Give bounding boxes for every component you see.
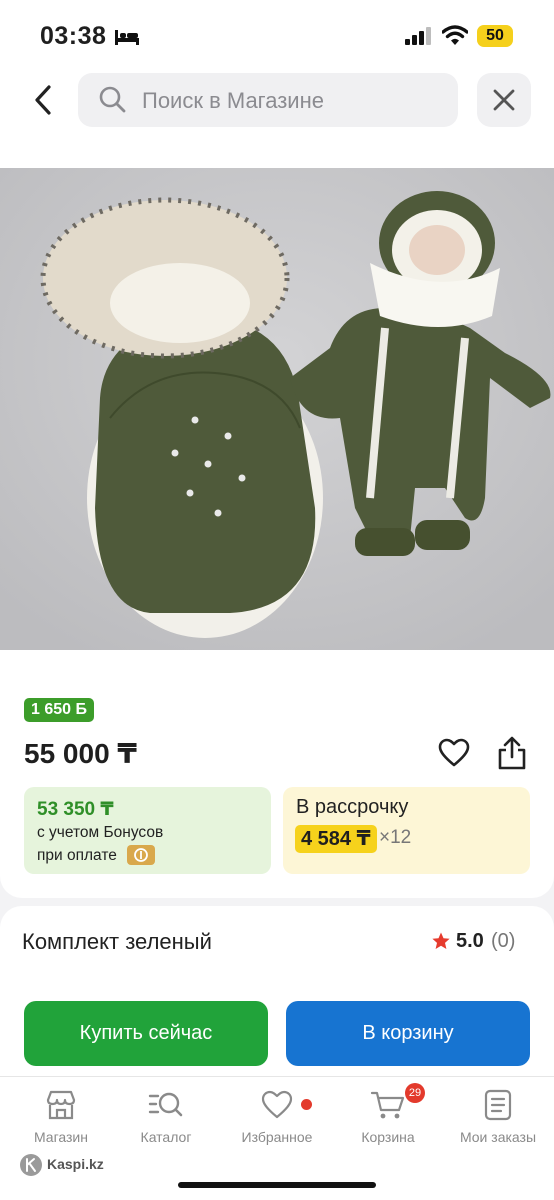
store-icon [46,1090,76,1120]
nav-label-store: Магазин [33,1129,88,1145]
back-arrow-icon[interactable] [28,82,58,118]
product-title: Комплект зеленый [22,929,212,954]
bonus-price-box[interactable]: 53 350 ₸ с учетом Бонусов при оплате [24,787,271,874]
bonus-badge: 1 650 Б [24,698,94,722]
nav-label-orders: Мои заказы [459,1129,537,1145]
sleep-mode-icon [115,30,139,45]
star-icon [432,932,450,949]
buy-now-button[interactable]: Купить сейчас [24,1001,268,1066]
nav-item-orders[interactable]: Мои заказы [443,1089,553,1149]
nav-item-favorites[interactable]: Избранное [222,1089,332,1149]
nav-label-favorites: Избранное [241,1129,313,1145]
top-bar: Поиск в Магазине [0,72,554,168]
bonus-price: 53 350 ₸ [37,799,114,820]
nav-item-store[interactable]: Магазин [6,1089,116,1149]
product-image[interactable] [0,168,554,650]
price-card: 1 650 Б 55 000 ₸ 53 350 ₸ с учетом Бонус… [0,650,554,898]
installment-amount: 4 584 ₸ [295,825,377,853]
home-indicator[interactable] [178,1182,376,1188]
product-price: 55 000 ₸ [24,738,137,769]
search-input[interactable]: Поиск в Магазине [78,73,458,127]
installment-label: В рассрочку [296,796,409,818]
add-to-cart-button[interactable]: В корзину [286,1001,530,1066]
nav-item-catalog[interactable]: Каталог [111,1089,221,1149]
search-icon [99,86,126,113]
installment-box[interactable]: В рассрочку 4 584 ₸ ×12 [283,787,530,874]
favorite-heart-icon[interactable] [438,738,470,768]
status-time: 03:38 [40,22,107,50]
share-icon[interactable] [497,736,527,770]
heart-icon [261,1090,293,1119]
kaspi-logo-icon [20,1154,42,1176]
close-button[interactable] [477,73,531,127]
cellular-signal-icon [405,27,431,45]
close-icon [493,89,515,111]
cart-icon [370,1091,405,1119]
nav-item-cart[interactable]: Корзина 29 [333,1083,443,1149]
payment-caption: при оплате [37,847,117,864]
bonus-caption: с учетом Бонусов [37,824,164,841]
cart-count-badge: 29 [405,1083,425,1103]
brand-text: Kaspi.kz [47,1156,104,1172]
action-bar: Купить сейчас В корзину [0,988,554,1076]
rating-value: 5.0 [456,930,484,952]
search-placeholder: Поиск в Магазине [142,88,324,113]
nav-label-cart: Корзина [361,1129,415,1145]
status-bar: 03:38 50 [0,0,554,72]
installment-multiplier: ×12 [379,827,412,848]
favorites-notification-dot [301,1099,312,1110]
orders-icon [484,1089,512,1121]
kaspi-pay-icon [127,845,155,865]
product-photo-illustration [0,168,554,650]
reviews-count[interactable]: (0) [491,930,515,953]
catalog-search-icon [148,1092,183,1117]
nav-label-catalog: Каталог [140,1129,192,1145]
wifi-icon [442,25,468,45]
battery-indicator: 50 [477,25,513,47]
